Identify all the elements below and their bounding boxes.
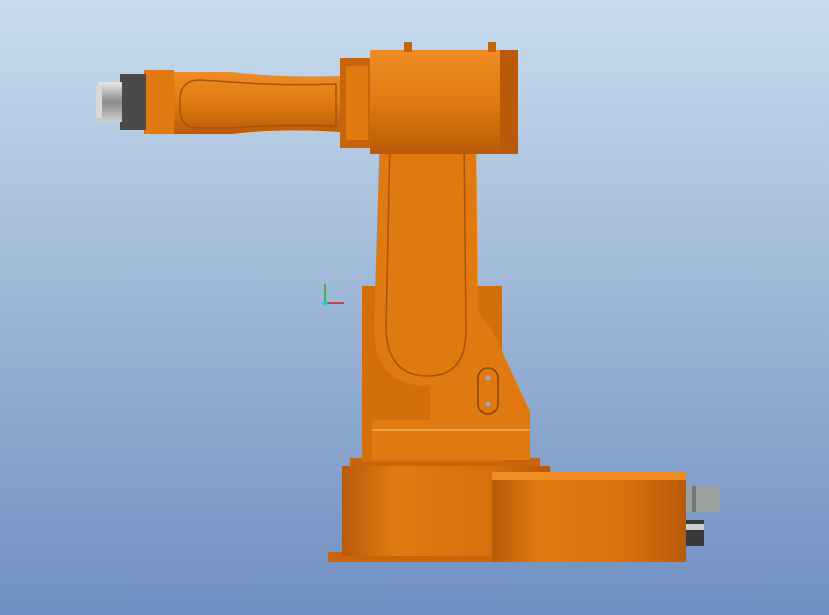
elbow-flange [340, 58, 370, 148]
coordinate-triad [322, 284, 344, 306]
tool-flange [96, 74, 146, 130]
cable-connector [686, 486, 720, 546]
robot-arm-model[interactable] [0, 0, 829, 615]
wrist [144, 70, 174, 134]
origin-point [322, 300, 328, 306]
upper-arm-housing [370, 42, 518, 154]
3d-viewport[interactable] [0, 0, 829, 615]
forearm [170, 72, 340, 134]
motor-housing [492, 472, 686, 562]
